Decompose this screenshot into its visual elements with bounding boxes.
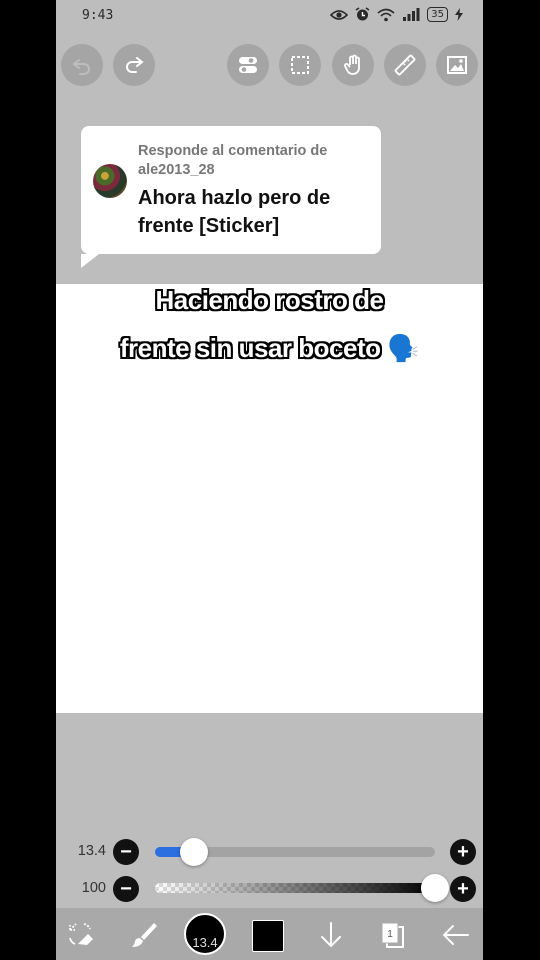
- signal-icon: [402, 8, 420, 21]
- back-button[interactable]: [438, 918, 472, 952]
- status-icons: 35: [330, 7, 463, 22]
- color-picker-button[interactable]: [252, 920, 284, 952]
- toggle-icon: [239, 57, 257, 73]
- status-time: 9:43: [82, 8, 114, 23]
- charging-icon: [455, 8, 463, 21]
- alarm-icon: [355, 7, 370, 22]
- touch-gesture-button[interactable]: [332, 44, 374, 86]
- reply-label: Responde al comentario de ale2013_28: [138, 143, 328, 178]
- overlay-caption-line1: Haciendo rostro de: [155, 285, 384, 315]
- brush-opacity-minus-button[interactable]: −: [113, 876, 139, 902]
- selection-button[interactable]: [279, 44, 321, 86]
- image-material-button[interactable]: [436, 44, 478, 86]
- hand-icon: [344, 54, 360, 75]
- brush-size-badge[interactable]: 13.4: [184, 913, 226, 955]
- layer-down-button[interactable]: [314, 918, 348, 952]
- brush-icon: [132, 923, 157, 947]
- status-bar: 9:43 35: [56, 0, 483, 34]
- undo-button[interactable]: [61, 44, 103, 86]
- brush-opacity-slider[interactable]: [155, 883, 435, 893]
- ruler-icon: [394, 54, 416, 76]
- comment-text: Ahora hazlo pero de frente [Sticker]: [138, 187, 331, 237]
- brush-opacity-knob[interactable]: [421, 874, 449, 902]
- redo-icon: [126, 57, 144, 73]
- avatar: [93, 164, 127, 198]
- app-screen: 9:43 35 Responde al comentario de ale201…: [56, 0, 483, 960]
- overlay-caption-text: frente sin usar boceto: [119, 333, 381, 363]
- bottom-toolbar: 13.4 1: [56, 908, 483, 960]
- arrow-left-icon: [442, 925, 469, 945]
- brush-size-minus-button[interactable]: −: [113, 839, 139, 865]
- eye-icon: [330, 9, 349, 21]
- brush-opacity-value: 100: [81, 880, 106, 896]
- redo-button[interactable]: [113, 44, 155, 86]
- layers-count: 1: [387, 929, 393, 940]
- arrow-down-icon: [321, 922, 341, 948]
- undo-icon: [72, 59, 90, 75]
- layers-icon: 1: [381, 922, 404, 948]
- selection-icon: [291, 56, 309, 74]
- image-icon: [447, 56, 467, 74]
- brush-size-knob[interactable]: [180, 838, 209, 866]
- wifi-icon: [377, 8, 395, 22]
- layers-button[interactable]: 1: [376, 918, 410, 952]
- brush-eraser-swap-button[interactable]: [64, 918, 98, 952]
- toggle-settings-button[interactable]: [227, 44, 269, 86]
- brush-opacity-plus-button[interactable]: +: [450, 876, 476, 902]
- overlay-caption-line2: frente sin usar boceto 🗣️: [56, 333, 483, 364]
- comment-reply-bubble: Responde al comentario de ale2013_28 Aho…: [81, 126, 381, 268]
- brush-tool-button[interactable]: [126, 918, 160, 952]
- battery-icon: 35: [427, 7, 448, 22]
- ruler-button[interactable]: [384, 44, 426, 86]
- speaking-head-icon: 🗣️: [387, 333, 420, 363]
- brush-size-value: 13.4: [77, 843, 106, 859]
- brush-size-plus-button[interactable]: +: [450, 839, 476, 865]
- eraser-swap-icon: [69, 923, 93, 945]
